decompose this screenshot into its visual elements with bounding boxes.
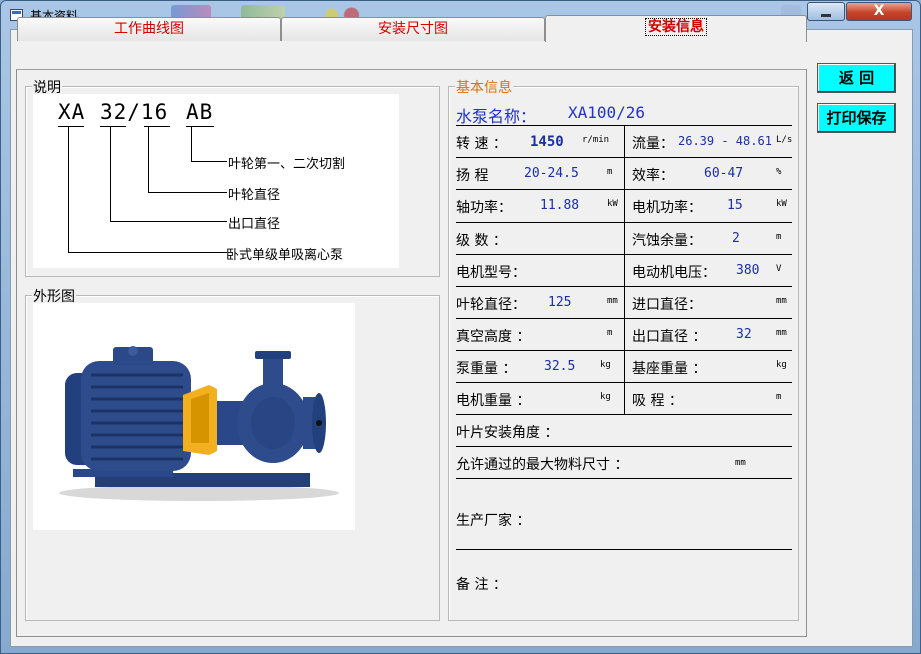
- inlet-diameter-label: 进口直径：: [632, 297, 702, 313]
- tab-install-info[interactable]: 安装信息: [545, 15, 807, 42]
- flow-value: 26.39 - 48.61: [678, 134, 772, 148]
- leader-line: [191, 161, 227, 162]
- motor-model-label: 电机型号：: [456, 265, 526, 281]
- pump-name-value: XA100/26: [568, 103, 646, 122]
- tab-work-curve[interactable]: 工作曲线图: [17, 17, 281, 41]
- outlet-diameter-unit: mm: [776, 328, 787, 338]
- motor-voltage-unit: V: [776, 264, 782, 274]
- outlet-diameter-value: 32: [736, 327, 752, 342]
- efficiency-value: 60-47: [704, 166, 744, 181]
- leader-line: [68, 126, 69, 252]
- tab-install-dimensions[interactable]: 安装尺寸图: [281, 17, 545, 41]
- blade-angle-label: 叶片安装角度 ：: [456, 425, 559, 441]
- efficiency-unit: %: [776, 167, 782, 177]
- grid-line: [456, 478, 792, 479]
- pump-weight-unit: kg: [600, 360, 611, 370]
- leader-line: [68, 252, 227, 253]
- leader-line: [148, 126, 149, 192]
- close-button[interactable]: X: [846, 2, 912, 21]
- motor-weight-label: 电机重量 ：: [456, 393, 531, 409]
- head-unit: m: [607, 167, 613, 177]
- speed-label: 转 速 ：: [456, 136, 507, 152]
- print-save-button[interactable]: 打印保存: [817, 103, 896, 133]
- motor-power-unit: kW: [776, 199, 787, 209]
- manufacturer-label: 生产厂家 ：: [456, 513, 531, 529]
- leader-line: [110, 221, 227, 222]
- pump-weight-label: 泵重量 ：: [456, 361, 517, 377]
- motor-voltage-label: 电动机电压：: [632, 265, 716, 281]
- label-impeller-cut: 叶轮第一、二次切割: [228, 157, 346, 172]
- max-particle-size-label: 允许通过的最大物料尺寸 ：: [456, 457, 629, 473]
- model-code-outlet: 32/16: [100, 100, 169, 124]
- speed-unit: r/min: [582, 135, 610, 145]
- max-particle-size-unit: mm: [735, 458, 746, 468]
- model-code-series: XA: [58, 100, 86, 124]
- npsh-value: 2: [732, 231, 740, 246]
- back-button[interactable]: 返 回: [817, 63, 896, 93]
- model-code-cut: AB: [186, 100, 214, 124]
- pump-photo: [33, 303, 355, 530]
- info-caption: 基本信息: [455, 77, 513, 97]
- grid-divider: [624, 125, 625, 414]
- label-outlet-diameter: 出口直径: [228, 217, 281, 232]
- suction-lift-unit: m: [776, 392, 782, 402]
- vacuum-height-unit: m: [607, 328, 613, 338]
- vacuum-height-label: 真空高度 ：: [456, 329, 531, 345]
- leader-line: [148, 192, 227, 193]
- underline: [100, 126, 126, 127]
- tab-install-info-label: 安装信息: [645, 18, 707, 36]
- shaft-power-label: 轴功率：: [456, 200, 512, 216]
- leader-line: [110, 126, 111, 221]
- grid-line: [456, 549, 792, 550]
- outlet-diameter-label: 出口直径 ：: [632, 329, 707, 345]
- suction-lift-label: 吸 程 ：: [632, 393, 683, 409]
- speed-value: 1450: [530, 134, 564, 150]
- impeller-diameter-unit: mm: [607, 296, 618, 306]
- stages-label: 级 数 ：: [456, 233, 507, 249]
- label-impeller-diameter: 叶轮直径: [228, 188, 281, 203]
- label-pump-type: 卧式单级单吸离心泵: [226, 248, 344, 263]
- impeller-diameter-label: 叶轮直径：: [456, 297, 526, 313]
- pump-name-label: 水泵名称：: [456, 107, 537, 126]
- tab-work-curve-label: 工作曲线图: [114, 21, 184, 37]
- flow-unit: L/s: [776, 135, 793, 145]
- remark-label: 备 注 ：: [456, 577, 507, 593]
- inlet-diameter-unit: mm: [776, 296, 787, 306]
- pump-weight-value: 32.5: [544, 359, 576, 374]
- centrifugal-pump-icon: [59, 346, 339, 501]
- flow-label: 流量：: [632, 136, 674, 152]
- base-weight-label: 基座重量 ：: [632, 361, 707, 377]
- motor-power-label: 电机功率：: [632, 200, 702, 216]
- impeller-diameter-value: 125: [548, 295, 572, 310]
- motor-power-value: 15: [727, 198, 743, 213]
- grid-line: [456, 446, 792, 447]
- minimize-button[interactable]: [807, 2, 845, 21]
- leader-line: [191, 126, 192, 161]
- tab-install-dimensions-label: 安装尺寸图: [378, 21, 448, 37]
- model-diagram: [33, 94, 399, 268]
- motor-weight-unit: kg: [600, 392, 611, 402]
- shaft-power-value: 11.88: [540, 198, 580, 213]
- motor-voltage-value: 380: [736, 263, 760, 278]
- base-weight-unit: kg: [776, 360, 787, 370]
- head-value: 20-24.5: [524, 166, 579, 181]
- shaft-power-unit: kW: [607, 199, 618, 209]
- npsh-unit: m: [776, 232, 782, 242]
- efficiency-label: 效率：: [632, 168, 674, 184]
- underline: [58, 126, 84, 127]
- head-label: 扬 程: [456, 168, 489, 184]
- grid-line: [456, 414, 792, 415]
- npsh-label: 汽蚀余量：: [632, 233, 702, 249]
